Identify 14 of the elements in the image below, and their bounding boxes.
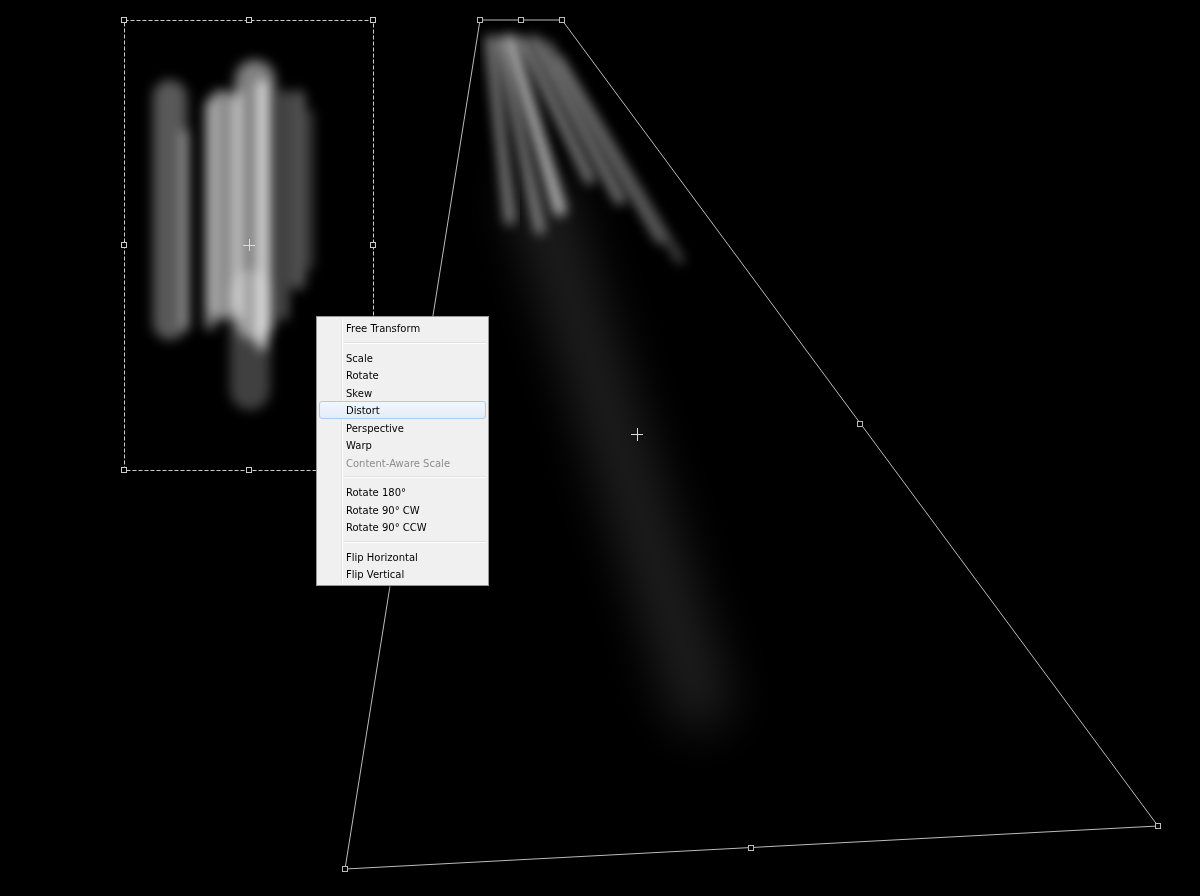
menu-item[interactable]: Scale xyxy=(319,348,486,366)
center-point-icon xyxy=(630,427,644,442)
menu-item[interactable]: Warp xyxy=(319,436,486,454)
menu-item[interactable]: Perspective xyxy=(319,418,486,436)
menu-item[interactable]: Free Transform xyxy=(319,319,486,337)
menu-item[interactable]: Skew xyxy=(319,383,486,401)
menu-item[interactable]: Rotate xyxy=(319,366,486,384)
menu-item[interactable]: Flip Horizontal xyxy=(319,547,486,565)
menu-item[interactable]: Rotate 180° xyxy=(319,483,486,501)
menu-item[interactable]: Distort xyxy=(319,401,486,419)
menu-item[interactable]: Rotate 90° CCW xyxy=(319,518,486,536)
menu-item[interactable]: Rotate 90° CW xyxy=(319,500,486,518)
center-point-icon xyxy=(242,238,256,252)
menu-item[interactable]: Flip Vertical xyxy=(319,565,486,583)
